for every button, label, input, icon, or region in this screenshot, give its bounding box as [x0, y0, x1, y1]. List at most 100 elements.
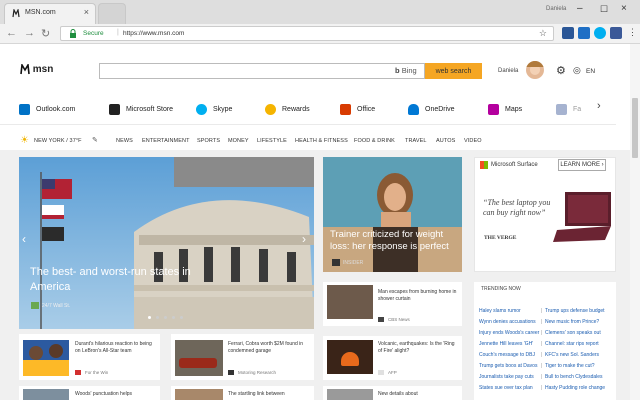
- shortcut-label: Maps: [505, 105, 523, 113]
- ad-tagline: “The best laptop you can buy right now”: [483, 198, 551, 217]
- trending-title: TRENDING NOW: [481, 286, 521, 292]
- trending-link[interactable]: Channel: star rips report: [545, 341, 599, 347]
- trending-link[interactable]: Hasty Pudding role change: [545, 385, 605, 391]
- forward-icon[interactable]: →: [24, 27, 35, 39]
- tab-msn[interactable]: MSN.com ×: [4, 3, 96, 24]
- trending-link[interactable]: KFC's new Sol. Sanders: [545, 352, 599, 358]
- avatar[interactable]: [526, 61, 544, 79]
- address-bar[interactable]: Secure | https://www.msn.com ☆: [60, 26, 554, 41]
- story-thumbnail-image: [327, 285, 373, 319]
- sun-icon: ☀: [20, 135, 29, 146]
- source-logo-icon: [75, 370, 81, 375]
- story-thumbnail-image: [327, 389, 373, 400]
- weather-location[interactable]: NEW YORK / 37°F: [34, 138, 82, 144]
- bottom-card-text: The startling link between: [228, 391, 285, 397]
- story2-headline[interactable]: Trainer criticized for weight loss: her …: [330, 229, 460, 253]
- trending-link[interactable]: Couch's message to DBJ: [479, 352, 535, 358]
- shortcut-onedrive[interactable]: OneDrive: [408, 98, 455, 120]
- msn-butterfly-icon: [20, 62, 30, 75]
- extension-2-icon[interactable]: [578, 27, 590, 39]
- gear-icon[interactable]: ⚙: [556, 64, 566, 77]
- hero-headline[interactable]: The best- and worst-run states in Americ…: [30, 265, 230, 295]
- chevron-right-icon[interactable]: ›: [302, 232, 306, 246]
- outlook-icon: [19, 103, 30, 115]
- close-window-icon[interactable]: ×: [621, 3, 627, 14]
- profile-name[interactable]: Daniela: [546, 6, 566, 12]
- maximize-icon[interactable]: ☐: [600, 4, 608, 15]
- divider: [0, 124, 616, 125]
- menu-icon[interactable]: ⋮: [628, 27, 637, 38]
- garage-cars-thumbnail-image: [175, 340, 223, 376]
- bookmark-star-icon[interactable]: ☆: [539, 28, 547, 39]
- maps-icon: [488, 103, 499, 115]
- trending-link[interactable]: Tiger to make the cut?: [545, 363, 595, 369]
- rewards-icon: [265, 103, 276, 115]
- reload-icon[interactable]: ↻: [41, 27, 50, 40]
- web-search-button[interactable]: web search: [425, 63, 482, 79]
- facebook-extension-icon[interactable]: [610, 27, 622, 39]
- minimize-icon[interactable]: –: [577, 3, 583, 14]
- url-divider: |: [117, 29, 119, 36]
- nav-autos[interactable]: AUTOS: [436, 138, 455, 144]
- bottom-card-text: Durant's hilarious reaction to being on …: [75, 341, 152, 354]
- side-card-source: AFP: [388, 370, 397, 375]
- tab-bar: MSN.com × Daniela – ☐ ×: [0, 0, 640, 24]
- close-tab-icon[interactable]: ×: [84, 7, 89, 17]
- search-input[interactable]: [99, 63, 425, 79]
- story-card-trainer[interactable]: [323, 157, 462, 272]
- chevron-right-icon[interactable]: ›: [597, 100, 601, 112]
- carousel-dots[interactable]: [148, 316, 183, 319]
- nav-sports[interactable]: SPORTS: [197, 138, 220, 144]
- shortcut-maps[interactable]: Maps: [488, 98, 522, 120]
- nav-money[interactable]: MONEY: [228, 138, 249, 144]
- bing-text: Bing: [401, 66, 417, 75]
- back-icon[interactable]: ←: [6, 27, 17, 39]
- trending-link[interactable]: Trump gets boos at Davos: [479, 363, 537, 369]
- store-icon: [109, 103, 120, 115]
- trending-link[interactable]: Jennette Hill leaves 'GH': [479, 341, 533, 347]
- skype-extension-icon[interactable]: [594, 27, 606, 39]
- trending-link[interactable]: States sue over tax plan: [479, 385, 533, 391]
- logo-text: msn: [32, 64, 54, 76]
- volcano-thumbnail-image: [327, 340, 373, 374]
- trending-link[interactable]: Haley slams rumor: [479, 308, 521, 314]
- skype-icon: [196, 103, 207, 115]
- globe-icon[interactable]: ◎: [573, 65, 581, 76]
- secure-label: Secure: [83, 30, 104, 37]
- nav-food-drink[interactable]: FOOD & DRINK: [354, 138, 395, 144]
- trending-link[interactable]: Injury ends Woods's career: [479, 330, 539, 336]
- extension-1-icon[interactable]: [562, 27, 574, 39]
- nav-travel[interactable]: TRAVEL: [405, 138, 427, 144]
- language-selector[interactable]: EN: [586, 68, 595, 75]
- chevron-left-icon[interactable]: ‹: [22, 232, 26, 246]
- shortcut-rewards[interactable]: Rewards: [265, 98, 310, 120]
- nav-lifestyle[interactable]: LIFESTYLE: [257, 138, 287, 144]
- trending-link[interactable]: Trump ups defense budget: [545, 308, 605, 314]
- shortcut-office[interactable]: Office: [340, 98, 375, 120]
- new-tab-button[interactable]: [98, 3, 126, 24]
- trending-link[interactable]: Journalists take pay cuts: [479, 374, 534, 380]
- trending-link[interactable]: Bull to bench Clydesdales: [545, 374, 603, 380]
- shortcut-skype[interactable]: Skype: [196, 98, 232, 120]
- url-text[interactable]: https://www.msn.com: [123, 30, 184, 37]
- shortcut-store[interactable]: Microsoft Store: [109, 98, 173, 120]
- source-logo-icon: [378, 370, 384, 375]
- trending-separator: |: [541, 374, 543, 380]
- shortcut-facebook[interactable]: Fa: [556, 98, 581, 120]
- trending-link[interactable]: Wynn denies accusations: [479, 319, 536, 325]
- msn-logo[interactable]: msn: [20, 62, 54, 76]
- scrollbar-thumb[interactable]: [632, 98, 638, 158]
- nav-health-fitness[interactable]: HEALTH & FITNESS: [295, 138, 348, 144]
- learn-more-button[interactable]: LEARN MORE ›: [558, 159, 606, 171]
- shortcut-outlook[interactable]: Outlook.com: [19, 98, 75, 120]
- nav-video[interactable]: VIDEO: [464, 138, 482, 144]
- nav-entertainment[interactable]: ENTERTAINMENT: [142, 138, 190, 144]
- edit-pencil-icon[interactable]: ✎: [92, 136, 98, 144]
- trending-link[interactable]: New music from Prince?: [545, 319, 599, 325]
- source-logo-icon: [332, 259, 340, 266]
- trending-separator: |: [541, 352, 543, 358]
- nav-news[interactable]: NEWS: [116, 138, 133, 144]
- user-name[interactable]: Daniela: [498, 68, 518, 74]
- bottom-card-source: Motoring Research: [238, 370, 277, 375]
- trending-link[interactable]: Clemens' son speaks out: [545, 330, 601, 336]
